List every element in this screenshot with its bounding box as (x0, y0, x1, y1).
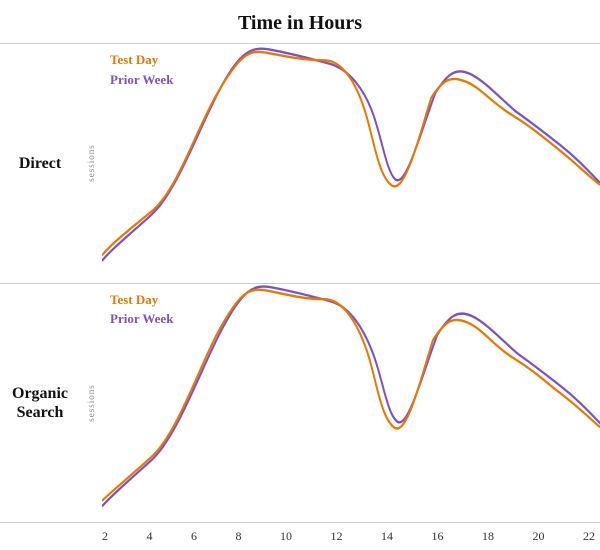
organic-legend: Test Day Prior Week (110, 290, 173, 329)
x-label-12: 12 (331, 529, 343, 544)
organic-legend-testday: Test Day (110, 290, 173, 310)
chart-title: Time in Hours (0, 10, 600, 43)
x-label-8: 8 (236, 529, 242, 544)
x-label-4: 4 (147, 529, 153, 544)
organic-y-axis: sessions (80, 284, 102, 523)
x-label-18: 18 (482, 529, 494, 544)
organic-y-label: sessions (86, 384, 96, 422)
direct-row: Direct sessions Test Day Prior Week (0, 43, 600, 283)
direct-y-axis: sessions (80, 44, 102, 283)
direct-y-label: sessions (86, 144, 96, 182)
x-label-2: 2 (102, 529, 108, 544)
direct-legend-testday: Test Day (110, 50, 173, 70)
direct-label: Direct (0, 44, 80, 283)
x-axis-labels: 2 4 6 8 10 12 14 16 18 20 22 (102, 529, 595, 544)
chart-container: Time in Hours Direct sessions Test Day P… (0, 0, 600, 550)
x-axis-row: 2 4 6 8 10 12 14 16 18 20 22 (0, 522, 600, 550)
x-label-14: 14 (381, 529, 393, 544)
x-label-22: 22 (583, 529, 595, 544)
x-label-16: 16 (432, 529, 444, 544)
organic-label: Organic Search (0, 284, 80, 523)
x-label-6: 6 (191, 529, 197, 544)
direct-legend: Test Day Prior Week (110, 50, 173, 89)
organic-chart-svg (102, 284, 600, 523)
direct-chart-svg (102, 44, 600, 283)
organic-chart-area: Test Day Prior Week (102, 284, 600, 523)
direct-legend-priorweek: Prior Week (110, 70, 173, 90)
x-label-10: 10 (280, 529, 292, 544)
organic-row: Organic Search sessions Test Day Prior W… (0, 283, 600, 523)
x-label-20: 20 (533, 529, 545, 544)
direct-chart-area: Test Day Prior Week (102, 44, 600, 283)
organic-legend-priorweek: Prior Week (110, 309, 173, 329)
